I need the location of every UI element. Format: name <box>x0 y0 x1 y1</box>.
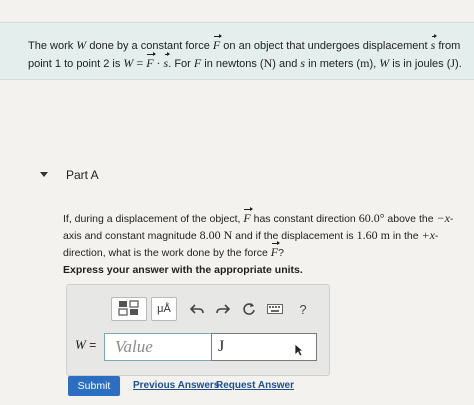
templates-icon <box>118 299 140 319</box>
previous-answers-link[interactable]: Previous Answers <box>133 380 219 391</box>
equation-label: W = <box>75 337 97 352</box>
request-answer-link[interactable]: Request Answer <box>216 380 294 391</box>
answer-box: μÅ ? W = <box>66 284 330 376</box>
keyboard-icon[interactable] <box>267 301 283 317</box>
value-input[interactable] <box>104 333 212 361</box>
submit-button[interactable]: Submit <box>68 376 120 396</box>
question-text: If, during a displacement of the object,… <box>63 207 454 259</box>
collapse-caret-icon[interactable] <box>40 172 48 177</box>
reset-icon[interactable] <box>241 301 257 317</box>
redo-icon[interactable] <box>215 301 231 317</box>
intro-panel: The work W done by a constant force F on… <box>0 22 474 80</box>
answer-instruction: Express your answer with the appropriate… <box>63 264 303 276</box>
mouse-pointer-icon <box>294 343 305 362</box>
units-button[interactable]: μÅ <box>151 297 177 321</box>
help-button[interactable]: ? <box>295 301 311 317</box>
intro-text: The work W done by a constant force F on… <box>28 34 462 70</box>
undo-icon[interactable] <box>189 301 205 317</box>
templates-button[interactable] <box>111 297 147 321</box>
part-title: Part A <box>66 168 99 182</box>
